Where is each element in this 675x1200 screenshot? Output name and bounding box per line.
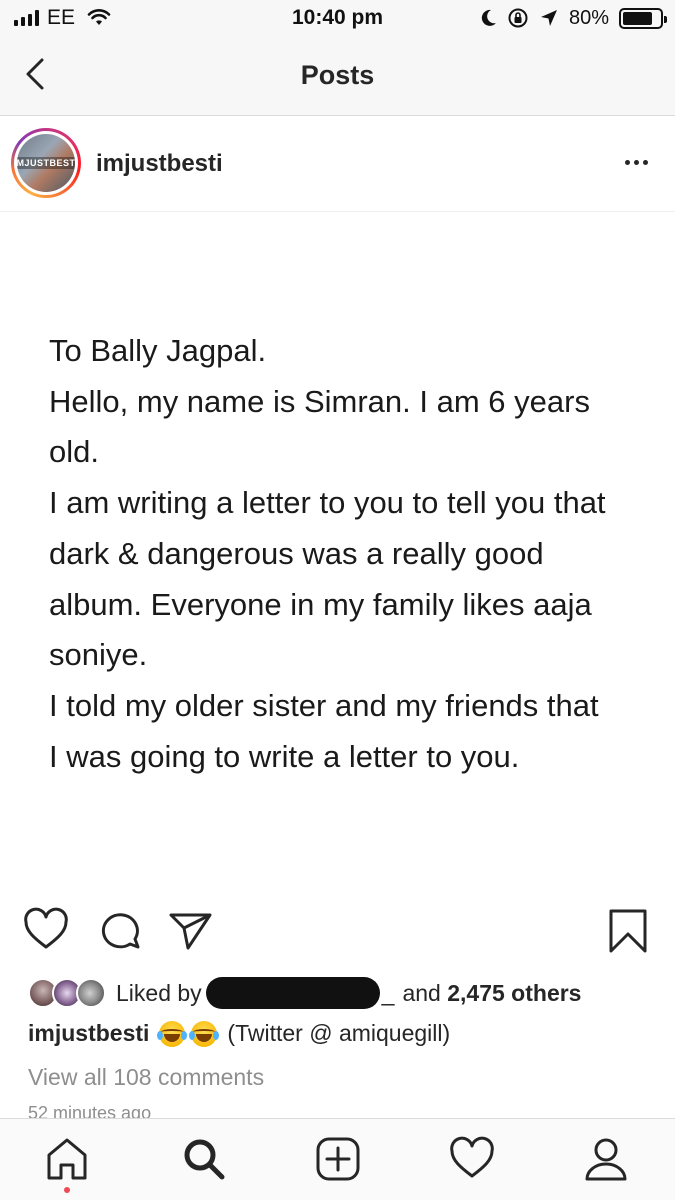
battery-level bbox=[623, 11, 652, 25]
likes-text: Liked by _ and 2,475 others bbox=[116, 977, 581, 1009]
battery-icon bbox=[619, 7, 667, 29]
likes-summary[interactable]: Liked by _ and 2,475 others bbox=[28, 974, 648, 1012]
tab-profile[interactable] bbox=[582, 1135, 630, 1183]
post-actions bbox=[0, 900, 675, 964]
view-comments-link[interactable]: View all 108 comments bbox=[28, 1064, 264, 1091]
notification-dot bbox=[64, 1187, 70, 1193]
letter-line: Hello, my name is Simran. I am 6 years bbox=[49, 383, 590, 419]
status-right: 80% bbox=[481, 6, 667, 30]
more-dot bbox=[633, 159, 639, 165]
search-icon bbox=[184, 1139, 225, 1180]
avatar-text: IMJUSTBESTI bbox=[17, 157, 75, 169]
activity-icon bbox=[450, 1136, 494, 1178]
letter-line: To Bally Jagpal. bbox=[49, 333, 267, 368]
battery-percent: 80% bbox=[568, 6, 609, 29]
share-button[interactable] bbox=[166, 906, 214, 954]
home-icon bbox=[47, 1138, 87, 1180]
more-dot bbox=[642, 159, 648, 165]
tab-activity[interactable] bbox=[448, 1135, 496, 1183]
letter-line: I told my older sister and my friends th… bbox=[49, 687, 599, 723]
bookmark-icon bbox=[609, 909, 647, 953]
caption-username[interactable]: imjustbesti bbox=[28, 1020, 149, 1047]
tears-of-joy-emoji-icon bbox=[157, 1020, 188, 1047]
comment-icon bbox=[101, 913, 140, 949]
battery-cap bbox=[664, 15, 667, 23]
likes-count[interactable]: 2,475 others bbox=[447, 980, 581, 1007]
liker-avatar bbox=[76, 978, 106, 1008]
tab-search[interactable] bbox=[180, 1135, 228, 1183]
page-title: Posts bbox=[300, 60, 375, 90]
letter-line: I am writing a letter to you to tell you… bbox=[49, 485, 606, 521]
liker-avatars bbox=[28, 976, 110, 1010]
send-icon bbox=[169, 913, 212, 950]
status-bar: EE 10:40 pm 80% bbox=[0, 0, 675, 40]
likes-and-label: and bbox=[402, 979, 441, 1006]
avatar[interactable]: IMJUSTBESTI bbox=[11, 128, 81, 198]
redacted-username bbox=[205, 977, 380, 1009]
tears-of-joy-emoji-icon bbox=[189, 1020, 220, 1047]
more-options-button[interactable] bbox=[621, 152, 651, 172]
comment-button[interactable] bbox=[97, 906, 145, 954]
orientation-lock-icon bbox=[508, 8, 528, 28]
caption-text: (Twitter @ amiquegill) bbox=[227, 1020, 451, 1046]
moon-icon bbox=[481, 9, 496, 26]
avatar-image: IMJUSTBESTI bbox=[17, 134, 75, 192]
letter-line: soniye. bbox=[49, 637, 148, 673]
profile-icon bbox=[585, 1138, 627, 1181]
post-header: IMJUSTBESTI imjustbesti bbox=[0, 116, 675, 212]
tab-bar bbox=[0, 1118, 675, 1200]
more-dot bbox=[624, 159, 630, 165]
new-post-icon bbox=[316, 1137, 360, 1181]
post-image[interactable]: To Bally Jagpal. Hello, my name is Simra… bbox=[0, 212, 675, 888]
location-icon bbox=[540, 10, 557, 26]
username-underscore: _ bbox=[381, 979, 395, 1006]
letter-text: To Bally Jagpal. Hello, my name is Simra… bbox=[49, 326, 649, 782]
tab-home[interactable] bbox=[43, 1135, 91, 1183]
tab-new-post[interactable] bbox=[314, 1135, 362, 1183]
save-button[interactable] bbox=[604, 906, 652, 954]
letter-line: I was going to write a letter to you. bbox=[49, 738, 520, 774]
caption: imjustbesti (Twitter @ amiquegill) bbox=[28, 1020, 658, 1047]
letter-line: album. Everyone in my family likes aaja bbox=[49, 586, 592, 622]
navigation-header: Posts bbox=[0, 40, 675, 116]
post-username[interactable]: imjustbesti bbox=[96, 150, 223, 178]
liked-by-label: Liked by bbox=[116, 979, 202, 1006]
letter-line: dark & dangerous was a really good bbox=[49, 535, 544, 571]
heart-icon bbox=[24, 907, 68, 949]
letter-line: old. bbox=[49, 434, 99, 470]
like-button[interactable] bbox=[22, 906, 70, 954]
post-timestamp: 52 minutes ago bbox=[28, 1103, 152, 1119]
avatar-frame: IMJUSTBESTI bbox=[14, 131, 78, 195]
